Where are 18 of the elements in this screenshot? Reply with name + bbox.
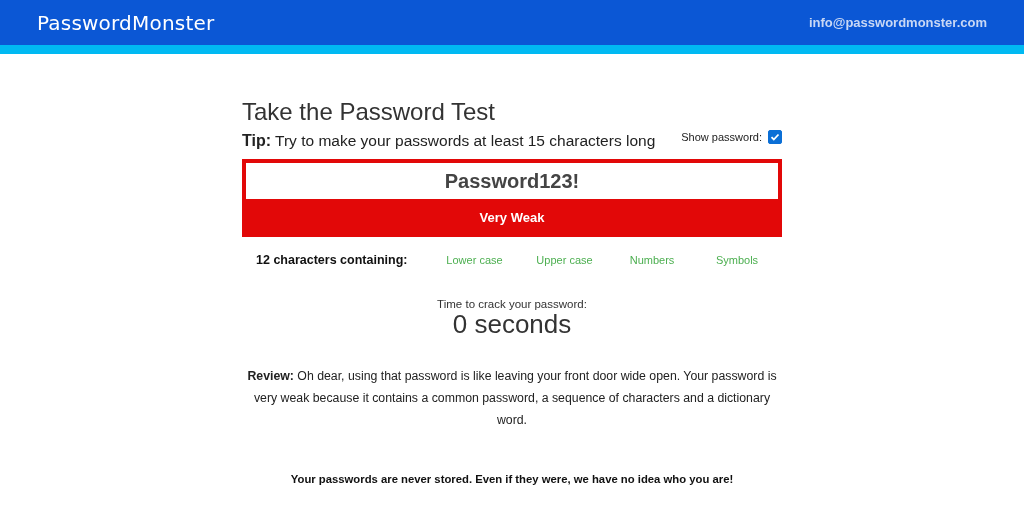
character-class: Numbers: [628, 254, 676, 266]
strength-rating: Very Weak: [478, 209, 546, 227]
show-password-checkbox[interactable]: [768, 130, 782, 144]
checkmark-icon: [770, 132, 780, 142]
privacy-note: Your passwords are never stored. Even if they were, we have no idea who you are!: [289, 473, 735, 485]
page-title: Take the Password Test: [242, 97, 497, 127]
character-class: Lower case: [445, 254, 504, 266]
logo[interactable]: PasswordMonster: [37, 10, 215, 35]
password-field[interactable]: Password123!: [246, 163, 778, 199]
email-link[interactable]: info@passwordmonster.com: [808, 15, 987, 30]
show-password-label: Show password:: [681, 131, 762, 143]
crack-time-value: 0 seconds: [451, 310, 572, 338]
character-class: Upper case: [535, 254, 594, 266]
crack-time-label: Time to crack your password:: [436, 298, 588, 310]
character-class: Symbols: [714, 254, 760, 266]
review-text: Review: Oh dear, using that password is like leaving your front door wide open. Your password is very weak because it contains a common password, a sequence of characters and a dictionary word.: [246, 368, 778, 429]
character-count: 12 characters containing:: [255, 253, 409, 267]
tip-text: Tip: Try to make your passwords at least 15 characters long: [242, 132, 656, 150]
